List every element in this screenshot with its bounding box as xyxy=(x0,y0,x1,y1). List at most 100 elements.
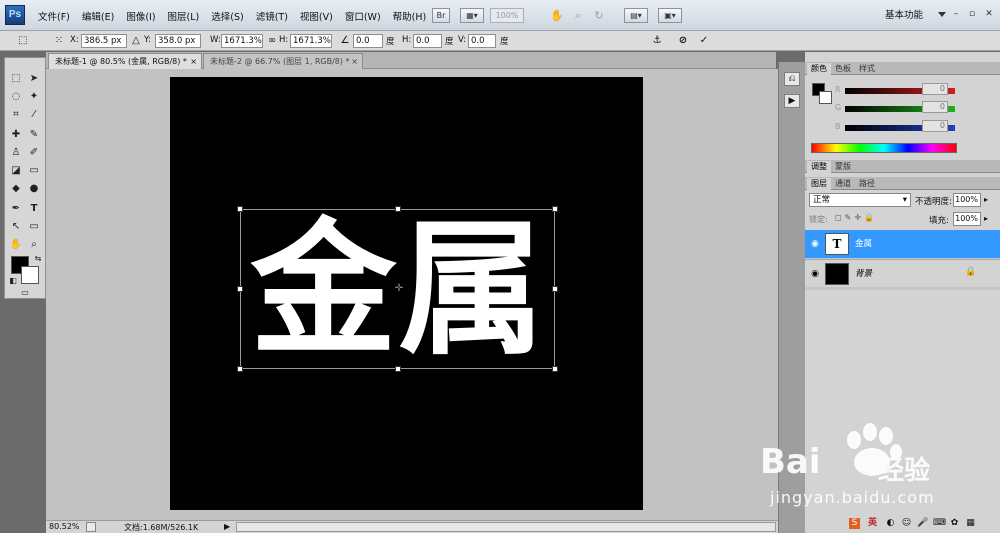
blend-mode-select[interactable]: 正常 ▾ xyxy=(809,193,911,207)
fill-input[interactable]: 100% xyxy=(953,212,981,226)
reference-point-icon[interactable]: ⁙ xyxy=(52,34,66,48)
layer-row-text[interactable]: ◉ T 金属 xyxy=(805,230,1000,258)
magic-wand-icon[interactable]: ✦ xyxy=(26,90,42,104)
pen-tool-icon[interactable]: ✒ xyxy=(8,202,24,216)
minimize-icon[interactable]: – xyxy=(950,8,962,20)
zoom-level-field[interactable]: 100% xyxy=(490,8,524,23)
ime-logo-icon[interactable]: S xyxy=(849,518,860,529)
opacity-slider-icon[interactable]: ▸ xyxy=(984,193,994,207)
tab-styles[interactable]: 样式 xyxy=(855,63,879,75)
tools-icon[interactable]: ▦ xyxy=(965,518,976,529)
relative-position-icon[interactable]: △ xyxy=(129,34,143,48)
transform-tool-icon[interactable]: ⬚ xyxy=(16,34,30,48)
resize-handle-top-right[interactable] xyxy=(552,206,558,212)
ime-language-toggle[interactable]: 英 xyxy=(867,518,878,529)
resize-handle-right[interactable] xyxy=(552,286,558,292)
zoom-tool-icon[interactable]: ⌕ xyxy=(26,238,42,252)
green-value-input[interactable]: 0 xyxy=(922,101,948,113)
crop-tool-icon[interactable]: ⌗ xyxy=(8,108,24,122)
y-position-input[interactable]: 358.0 px xyxy=(155,34,201,48)
clone-stamp-icon[interactable]: ♙ xyxy=(8,146,24,160)
resize-handle-bottom-left[interactable] xyxy=(237,366,243,372)
menu-file[interactable]: 文件(F) xyxy=(32,9,76,23)
quick-mask-icon[interactable]: ▭ xyxy=(17,286,33,300)
x-position-input[interactable]: 386.5 px xyxy=(81,34,127,48)
layer-row-background[interactable]: ◉ 背景 🔒 xyxy=(805,259,1000,287)
red-value-input[interactable]: 0 xyxy=(922,83,948,95)
restore-icon[interactable]: ▫ xyxy=(966,8,978,20)
warp-icon[interactable]: ⚓ xyxy=(650,34,664,48)
transform-center-icon[interactable]: ✛ xyxy=(394,284,404,294)
menu-window[interactable]: 窗口(W) xyxy=(339,9,387,23)
eyedropper-icon[interactable]: ⁄ xyxy=(26,108,42,122)
resize-handle-left[interactable] xyxy=(237,286,243,292)
menu-image[interactable]: 图像(I) xyxy=(120,9,161,23)
brush-tool-icon[interactable]: ✎ xyxy=(26,128,42,142)
chevron-down-icon[interactable] xyxy=(938,12,946,17)
menu-select[interactable]: 选择(S) xyxy=(205,9,249,23)
emoji-icon[interactable]: ☺ xyxy=(901,518,912,529)
bridge-icon[interactable]: Br xyxy=(432,8,450,23)
width-input[interactable]: 1671.3% xyxy=(221,34,263,48)
cancel-transform-icon[interactable]: ⊘ xyxy=(676,34,690,48)
zoom-readout[interactable]: 80.52% xyxy=(49,522,80,531)
hand-tool-icon[interactable]: ✋ xyxy=(8,238,24,252)
vertical-skew-input[interactable]: 0.0 xyxy=(468,34,496,48)
menu-edit[interactable]: 编辑(E) xyxy=(76,9,120,23)
close-icon[interactable]: × xyxy=(190,54,197,69)
lock-icons[interactable]: ◻✎✛🔒 xyxy=(835,213,877,222)
horizontal-skew-input[interactable]: 0.0 xyxy=(413,34,442,48)
tab-paths[interactable]: 路径 xyxy=(855,178,879,190)
actions-panel-icon[interactable]: ▶ xyxy=(784,94,800,108)
arrange-documents-icon[interactable]: ▤▾ xyxy=(624,8,648,23)
dodge-tool-icon[interactable]: ● xyxy=(26,182,42,196)
path-selection-icon[interactable]: ↖ xyxy=(8,220,24,234)
zoom-tool-icon[interactable]: ⌕ xyxy=(570,8,586,23)
marquee-tool-icon[interactable]: ⬚ xyxy=(8,72,24,86)
history-brush-icon[interactable]: ✐ xyxy=(26,146,42,160)
background-color-swatch[interactable] xyxy=(21,266,39,284)
document-canvas[interactable]: 金属 ✛ xyxy=(170,77,643,510)
status-arrow-icon[interactable]: ▶ xyxy=(224,522,230,531)
height-input[interactable]: 1671.3% xyxy=(290,34,332,48)
blue-value-input[interactable]: 0 xyxy=(922,120,948,132)
healing-brush-icon[interactable]: ✚ xyxy=(8,128,24,142)
resize-handle-top[interactable] xyxy=(395,206,401,212)
resize-handle-bottom[interactable] xyxy=(395,366,401,372)
rotation-input[interactable]: 0.0 xyxy=(353,34,383,48)
fill-slider-icon[interactable]: ▸ xyxy=(984,212,994,226)
menu-help[interactable]: 帮助(H) xyxy=(387,9,433,23)
color-panel-background-swatch[interactable] xyxy=(819,91,832,104)
eye-icon[interactable]: ◉ xyxy=(809,268,821,280)
hand-tool-icon[interactable]: ✋ xyxy=(549,8,565,23)
move-tool-icon[interactable]: ➤ xyxy=(26,72,42,86)
tab-adjustments[interactable]: 调整 xyxy=(807,161,831,173)
close-icon[interactable]: ✕ xyxy=(983,8,995,20)
transform-bounding-box[interactable]: 金属 ✛ xyxy=(237,206,558,372)
resize-handle-top-left[interactable] xyxy=(237,206,243,212)
tab-swatches[interactable]: 色板 xyxy=(831,63,855,75)
type-tool-icon[interactable]: T xyxy=(26,202,42,216)
blur-tool-icon[interactable]: ◆ xyxy=(8,182,24,196)
close-icon[interactable]: × xyxy=(351,54,358,69)
swap-colors-icon[interactable]: ⇆ xyxy=(30,252,46,266)
eye-icon[interactable]: ◉ xyxy=(809,238,821,250)
status-menu-icon[interactable] xyxy=(86,522,96,532)
tab-document-1[interactable]: 未标题-1 @ 80.5% (金属, RGB/8) * × xyxy=(48,53,202,69)
menu-view[interactable]: 视图(V) xyxy=(294,9,339,23)
skin-icon[interactable]: ✿ xyxy=(949,518,960,529)
eraser-icon[interactable]: ◪ xyxy=(8,164,24,178)
rotate-view-icon[interactable]: ↻ xyxy=(591,8,607,23)
menu-filter[interactable]: 滤镜(T) xyxy=(250,9,294,23)
history-panel-icon[interactable]: ⎌ xyxy=(784,72,800,86)
canvas-area[interactable]: 金属 ✛ xyxy=(46,69,778,520)
voice-icon[interactable]: 🎤 xyxy=(917,518,928,529)
screen-mode-icon[interactable]: ▣▾ xyxy=(658,8,682,23)
menu-layer[interactable]: 图层(L) xyxy=(162,9,206,23)
keyboard-icon[interactable]: ⌨ xyxy=(933,518,946,529)
tab-layers[interactable]: 图层 xyxy=(807,178,831,190)
workspace-switcher[interactable]: 基本功能 xyxy=(885,0,923,31)
commit-transform-icon[interactable]: ✓ xyxy=(697,34,711,48)
view-extras-icon[interactable]: ▦▾ xyxy=(460,8,484,23)
shape-tool-icon[interactable]: ▭ xyxy=(26,220,42,234)
